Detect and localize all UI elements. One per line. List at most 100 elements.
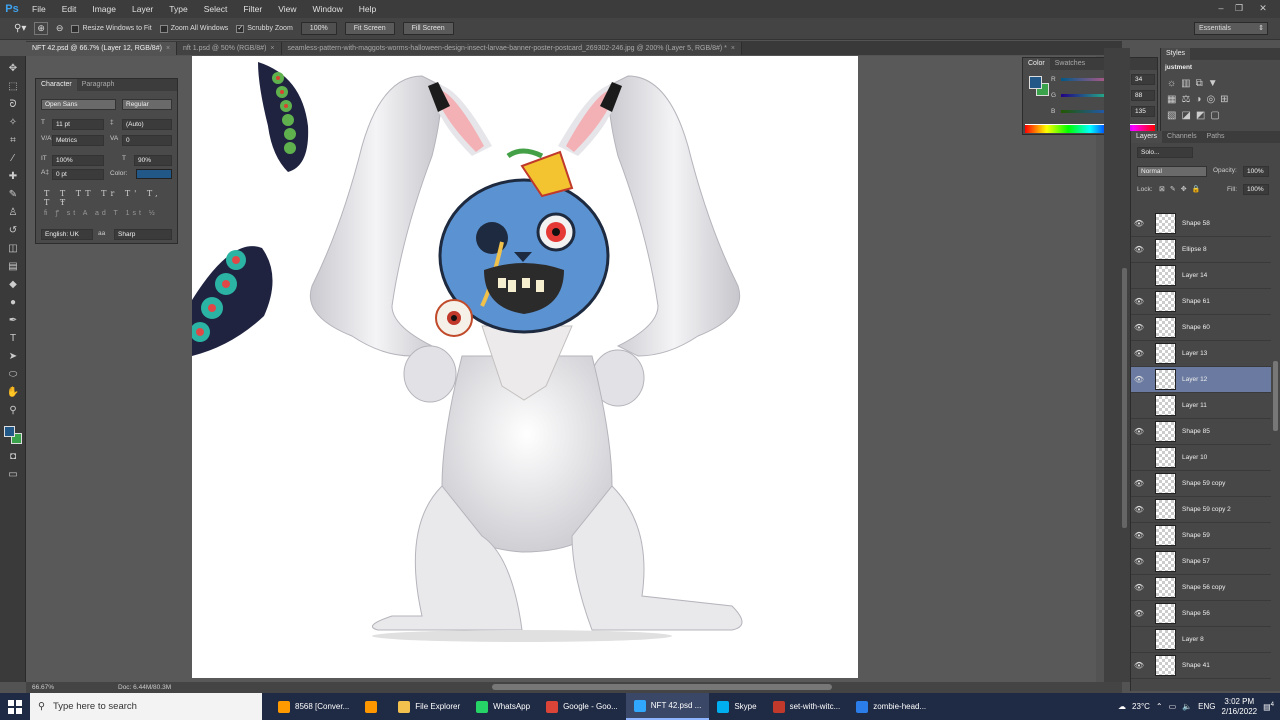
menu-image[interactable]: Image	[84, 0, 124, 18]
layer-row[interactable]: 👁 Shape 41	[1131, 653, 1271, 679]
layers-scrollbar[interactable]	[1273, 361, 1278, 431]
adjustment-icons-row-3[interactable]: ▧◪◩▢	[1167, 110, 1225, 121]
volume-icon[interactable]: 🔈	[1182, 702, 1192, 711]
type-style-buttons[interactable]: T T TT Tr T' T, T Ŧ	[44, 189, 177, 207]
taskbar-app[interactable]: NFT 42.psd ...	[625, 693, 710, 720]
layer-name[interactable]: Shape 60	[1182, 324, 1210, 331]
layer-name[interactable]: Layer 11	[1182, 402, 1207, 409]
layer-row[interactable]: 👁 Shape 85	[1131, 419, 1271, 445]
screen-mode-icon[interactable]: ▭	[6, 468, 20, 482]
layer-name[interactable]: Layer 8	[1182, 636, 1204, 643]
menu-view[interactable]: View	[270, 0, 304, 18]
layer-name[interactable]: Shape 41	[1182, 662, 1210, 669]
layer-row[interactable]: 👁 Shape 59	[1131, 523, 1271, 549]
layer-name[interactable]: Ellipse 8	[1182, 246, 1207, 253]
crop-tool-icon[interactable]: ⌗	[6, 134, 20, 148]
clock[interactable]: 3:02 PM 2/16/2022	[1222, 697, 1258, 717]
layer-name[interactable]: Shape 56 copy	[1182, 584, 1225, 591]
fill-input[interactable]: 100%	[1243, 184, 1269, 195]
adjustment-icons-row-2[interactable]: ▦⚖◑◎⊞	[1167, 94, 1234, 105]
visibility-eye-icon[interactable]: 👁	[1131, 297, 1147, 306]
restore-icon[interactable]: ❐	[1232, 2, 1246, 14]
layer-name[interactable]: Shape 61	[1182, 298, 1210, 305]
visibility-eye-icon[interactable]: 👁	[1131, 219, 1147, 228]
layer-name[interactable]: Shape 59 copy	[1182, 480, 1225, 487]
lasso-tool-icon[interactable]: ᘐ	[6, 98, 20, 112]
layer-name[interactable]: Layer 10	[1182, 454, 1207, 461]
chevron-up-icon[interactable]: ⌃	[1156, 702, 1163, 711]
layer-name[interactable]: Shape 59 copy 2	[1182, 506, 1231, 513]
stamp-tool-icon[interactable]: ♙	[6, 206, 20, 220]
adjustment-icons-row-1[interactable]: ☼▥⧉▼	[1167, 78, 1223, 89]
visibility-eye-icon[interactable]: 👁	[1131, 427, 1147, 436]
layer-name[interactable]: Shape 58	[1182, 220, 1210, 227]
menu-type[interactable]: Type	[161, 0, 195, 18]
taskbar-app[interactable]: zombie-head...	[848, 693, 934, 720]
tracking-input[interactable]: 0	[122, 135, 172, 146]
visibility-eye-icon[interactable]: 👁	[1131, 531, 1147, 540]
tab-paragraph[interactable]: Paragraph	[77, 79, 120, 91]
lock-icons[interactable]: ⊠✎✥🔒	[1159, 185, 1205, 193]
blend-mode-select[interactable]: Normal	[1137, 166, 1207, 177]
visibility-eye-icon[interactable]: 👁	[1131, 609, 1147, 618]
font-size-input[interactable]: 11 pt	[52, 119, 104, 130]
scrubby-zoom-checkbox[interactable]: ✓ Scrubby Zoom	[236, 24, 293, 33]
eraser-tool-icon[interactable]: ◫	[6, 242, 20, 256]
windows-start-icon[interactable]	[0, 693, 30, 720]
zoom-all-checkbox[interactable]: Zoom All Windows	[159, 24, 228, 33]
layer-row[interactable]: 👁 Shape 59 copy	[1131, 471, 1271, 497]
dock-scrollbar[interactable]	[1122, 268, 1127, 528]
menu-window[interactable]: Window	[304, 0, 350, 18]
visibility-eye-icon[interactable]: 👁	[1131, 479, 1147, 488]
zoom-tool-icon[interactable]: ⚲	[6, 404, 20, 418]
quick-mask-icon[interactable]: ◘	[6, 450, 20, 464]
layer-row[interactable]: 👁 Shape 59 copy 2	[1131, 497, 1271, 523]
dodge-tool-icon[interactable]: ●	[6, 296, 20, 310]
close-icon[interactable]: ×	[270, 45, 274, 52]
font-family-select[interactable]: Open Sans	[41, 99, 116, 110]
taskbar-app[interactable]: WhatsApp	[468, 693, 538, 720]
visibility-eye-icon[interactable]: 👁	[1131, 557, 1147, 566]
path-select-icon[interactable]: ➤	[6, 350, 20, 364]
foreground-color-swatch[interactable]	[4, 426, 15, 437]
layer-name[interactable]: Shape 57	[1182, 558, 1210, 565]
taskbar-app[interactable]: 8568 [Conver...	[270, 693, 357, 720]
healing-brush-icon[interactable]: ✚	[6, 170, 20, 184]
workspace-select[interactable]: Essentials ⇕	[1194, 22, 1268, 35]
tab-layers[interactable]: Layers	[1131, 131, 1163, 143]
layer-row[interactable]: Layer 10	[1131, 445, 1271, 471]
zoom-level[interactable]: 66.67%	[32, 682, 54, 693]
visibility-eye-icon[interactable]: 👁	[1131, 245, 1147, 254]
menu-layer[interactable]: Layer	[124, 0, 161, 18]
opacity-input[interactable]: 100%	[1243, 166, 1269, 177]
zoom-100-button[interactable]: 100%	[300, 22, 337, 35]
tab-nft-42[interactable]: NFT 42.psd @ 66.7% (Layer 12, RGB/8#) ×	[26, 42, 178, 55]
shape-tool-icon[interactable]: ⬭	[6, 368, 20, 382]
magic-wand-tool-icon[interactable]: ✧	[6, 116, 20, 130]
close-icon[interactable]: ✕	[1256, 2, 1270, 14]
layer-row[interactable]: 👁 Shape 58	[1131, 211, 1271, 237]
layer-row[interactable]: Layer 14	[1131, 263, 1271, 289]
blur-tool-icon[interactable]: ◆	[6, 278, 20, 292]
tab-character[interactable]: Character	[36, 79, 77, 91]
antialias-select[interactable]: Sharp	[114, 229, 172, 240]
visibility-eye-icon[interactable]: 👁	[1131, 323, 1147, 332]
tab-channels[interactable]: Channels	[1162, 131, 1202, 143]
layer-row[interactable]: Layer 11	[1131, 393, 1271, 419]
layer-name[interactable]: Layer 12	[1182, 376, 1207, 383]
visibility-eye-icon[interactable]: 👁	[1131, 375, 1147, 384]
menu-filter[interactable]: Filter	[235, 0, 270, 18]
horizontal-scrollbar[interactable]	[492, 684, 832, 690]
brush-tool-icon[interactable]: ✎	[6, 188, 20, 202]
menu-help[interactable]: Help	[351, 0, 384, 18]
layer-row[interactable]: 👁 Shape 60	[1131, 315, 1271, 341]
vertical-scale-input[interactable]: 100%	[52, 155, 104, 166]
tab-paths[interactable]: Paths	[1202, 131, 1230, 143]
network-icon[interactable]: ▭	[1169, 702, 1177, 711]
gradient-tool-icon[interactable]: ▤	[6, 260, 20, 274]
font-style-select[interactable]: Regular	[122, 99, 172, 110]
layer-row[interactable]: 👁 Shape 56 copy	[1131, 575, 1271, 601]
close-icon[interactable]: ×	[166, 45, 170, 52]
taskbar-app[interactable]: set-with-witc...	[765, 693, 849, 720]
layer-row[interactable]: 👁 Shape 61	[1131, 289, 1271, 315]
